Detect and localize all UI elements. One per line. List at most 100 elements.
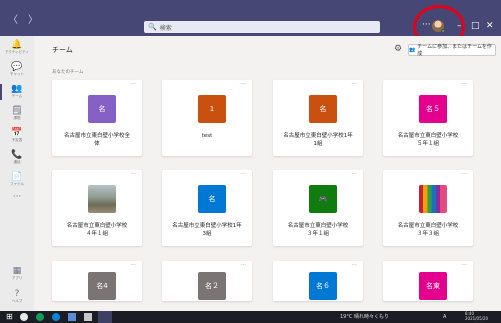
team-tile: 名２ [198,272,226,300]
team-picture [419,185,447,213]
gear-icon[interactable]: ⚙ [394,44,402,54]
search-placeholder: 検索 [159,24,172,32]
team-more-options-icon[interactable]: ··· [461,172,467,178]
team-name: 名古屋市立東白壁小学校 ５年１組 [397,133,459,147]
team-tile: 名4 [88,272,116,300]
team-more-options-icon[interactable]: ··· [351,172,357,178]
team-tile: 名５ [419,95,447,123]
close-button[interactable]: ✕ [486,21,494,31]
team-more-options-icon[interactable]: ··· [240,263,246,269]
add-people-icon: 👥 [409,47,416,53]
search-icon: 🔍 [148,23,157,31]
team-tile: 名 [198,185,226,213]
settings-taskbar-icon[interactable] [84,313,92,321]
team-card[interactable]: ··· 名名古屋市立東白壁小学校1年 1組 [273,80,363,156]
edge-icon[interactable] [52,313,60,321]
rail-item-label: チーム [11,94,23,98]
rail-item-files[interactable]: 📄 ファイル [0,172,34,187]
rail-item-bell[interactable]: 🔔 アクティビティ [0,40,34,55]
join-or-create-team-button[interactable]: 👥 チームに参加、またはチームを作成 [408,44,496,57]
weather-label[interactable]: 19°C 晴れ時々くもり [340,313,389,321]
team-card[interactable]: ··· 名4 [52,261,142,301]
windows-taskbar: ⊞ 19°C 晴れ時々くもり A 8:40 2021/05/20 [0,311,501,323]
assignments-icon: 🗒 [11,106,23,116]
team-more-options-icon[interactable]: ··· [130,263,136,269]
team-more-options-icon[interactable]: ··· [240,172,246,178]
rail-item-label: 通話 [13,160,21,164]
team-name: test [201,133,213,139]
rail-item-calls[interactable]: 📞 通話 [0,150,34,165]
team-more-options-icon[interactable]: ··· [461,263,467,269]
team-card[interactable]: ··· 名６ [273,261,363,301]
team-card[interactable]: ··· 名名古屋市立東白壁小学校全 体 [52,80,142,156]
rail-item-label: アクティビティ [5,50,29,54]
rail-item-assignments[interactable]: 🗒 課題 [0,106,34,121]
team-name: 名古屋市立東白壁小学校全 体 [63,133,130,147]
team-card[interactable]: ··· 🎮 名古屋市立東白壁小学校 ３年１組 [273,170,363,246]
rail-item-label: 予定表 [11,138,23,142]
chrome-icon[interactable] [36,313,44,321]
team-tile: 名６ [309,272,337,300]
rail-item-more[interactable]: ··· [0,192,34,202]
chat-icon: 💬 [11,62,23,72]
team-more-options-icon[interactable]: ··· [130,172,136,178]
team-tile: 名 [309,95,337,123]
forward-arrow-icon[interactable]: 〉 [28,11,38,26]
calls-icon: 📞 [11,150,23,160]
team-more-options-icon[interactable]: ··· [351,263,357,269]
team-card[interactable]: ··· 1 test [162,80,252,156]
teams-icon: 👥 [11,84,23,94]
team-name: 名古屋市立東白壁小学校 ３年１組 [287,223,349,237]
rail-item-label: ファイル [10,182,24,186]
team-card[interactable]: ··· 名東 [383,261,473,301]
more-icon: ··· [12,192,22,202]
team-name: 名古屋市立東白壁小学校 ３年３組 [397,223,459,237]
section-label: あなたのチーム [52,70,84,75]
teams-main: チーム ⚙ 👥 チームに参加、またはチームを作成 あなたのチーム ··· 名名古屋… [34,36,501,311]
team-more-options-icon[interactable]: ··· [461,82,467,88]
team-more-options-icon[interactable]: ··· [130,82,136,88]
team-tile: 🎮 [309,185,337,213]
nav-arrows: 〈 〉 [8,11,38,26]
windows-start-icon[interactable]: ⊞ [6,313,14,321]
ime-indicator[interactable]: A [443,313,446,321]
team-more-options-icon[interactable]: ··· [351,82,357,88]
team-more-options-icon[interactable]: ··· [240,82,246,88]
team-name: 名古屋市立東白壁小学校1年 3組 [172,223,242,237]
team-name: 名古屋市立東白壁小学校 ４年１組 [66,223,128,237]
app-rail: 🔔 アクティビティ 💬 チャット 👥 チーム 🗒 課題 📅 予定表 📞 通話 📄 ファイル ··· ▦ アプリ?… [0,36,34,311]
page-title: チーム [52,46,73,54]
rail-item-calendar[interactable]: 📅 予定表 [0,128,34,143]
rail-item-help[interactable]: ? ヘルプ [0,289,34,304]
back-arrow-icon[interactable]: 〈 [8,11,18,26]
team-card[interactable]: ··· 名５ 名古屋市立東白壁小学校 ５年１組 [383,80,473,156]
rail-item-teams[interactable]: 👥 チーム [0,84,34,100]
file-explorer-icon[interactable] [68,313,76,321]
apps-icon: ▦ [12,266,22,276]
search-box[interactable]: 🔍 検索 [144,21,380,33]
maximize-button[interactable]: □ [471,21,480,31]
bell-icon: 🔔 [11,40,23,50]
team-tile: 1 [198,95,226,123]
team-card[interactable]: ··· 名名古屋市立東白壁小学校1年 3組 [162,170,252,246]
rail-item-label: ヘルプ [11,299,23,303]
team-card[interactable]: ··· 名古屋市立東白壁小学校 ３年３組 [383,170,473,246]
team-name: 名古屋市立東白壁小学校1年 1組 [283,133,353,147]
clock-date[interactable]: 2021/05/20 [465,316,488,322]
rail-item-apps[interactable]: ▦ アプリ [0,266,34,281]
teams-taskbar-icon[interactable] [98,311,112,323]
team-tile: 名 [88,95,116,123]
rail-item-chat[interactable]: 💬 チャット [0,62,34,77]
help-icon: ? [14,289,20,299]
search-taskbar-icon[interactable] [20,313,28,321]
team-card[interactable]: ··· 名古屋市立東白壁小学校 ４年１組 [52,170,142,246]
rail-item-label: アプリ [11,276,23,280]
rail-item-label: 課題 [13,116,21,120]
calendar-icon: 📅 [11,128,23,138]
team-card[interactable]: ··· 名２ [162,261,252,301]
team-picture [88,185,116,213]
files-icon: 📄 [11,172,23,182]
rail-item-label: チャット [10,72,24,76]
join-button-label: チームに参加、またはチームを作成 [417,44,492,57]
team-tile: 名東 [419,272,447,300]
